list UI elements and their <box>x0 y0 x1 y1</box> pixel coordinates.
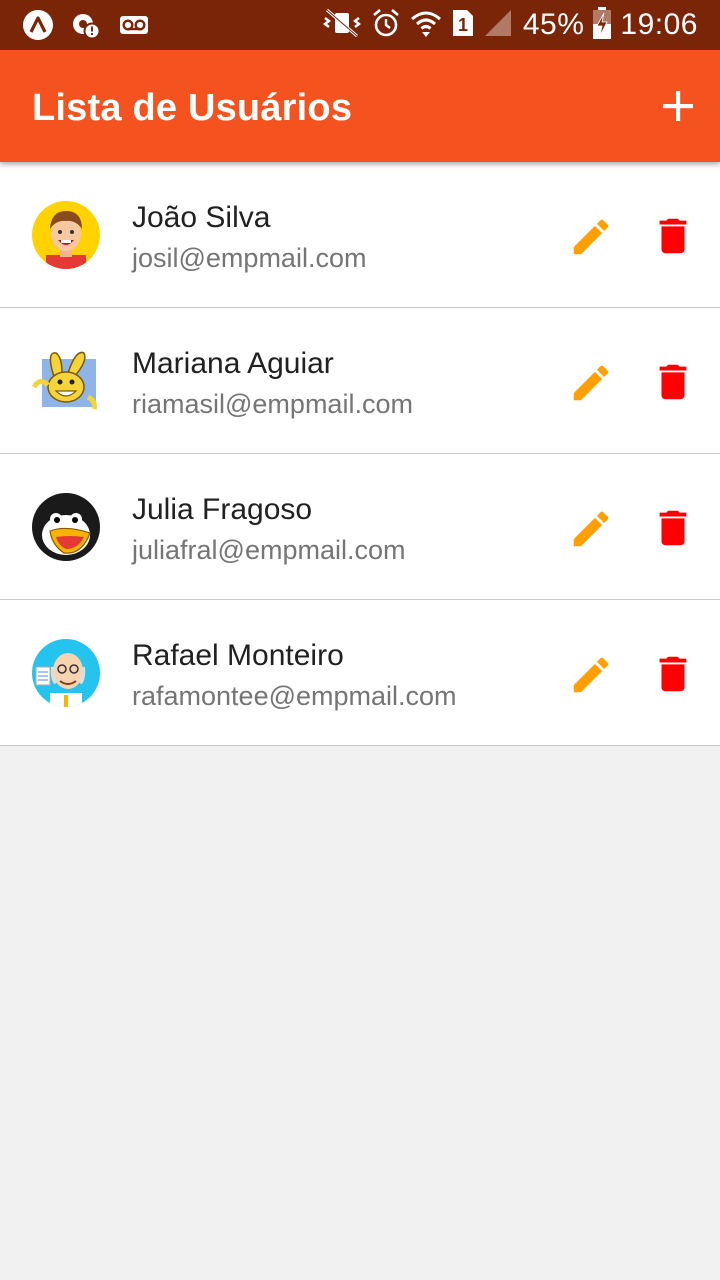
delete-user-button[interactable] <box>650 213 696 259</box>
status-bar-left <box>22 9 166 46</box>
user-list: João Silva josil@empmail.com Mariana Agu… <box>0 162 720 746</box>
penguin-cartoon-avatar <box>32 493 100 561</box>
old-man-cartoon-avatar <box>32 639 100 707</box>
sim-slot-number: 1 <box>458 15 468 35</box>
pencil-icon <box>573 511 609 547</box>
plus-icon <box>663 91 693 121</box>
user-email: riamasil@empmail.com <box>132 389 413 419</box>
rabbit-cartoon-avatar <box>32 347 100 415</box>
list-item[interactable]: Mariana Aguiar riamasil@empmail.com <box>0 308 720 454</box>
trash-icon <box>659 364 687 400</box>
pencil-icon <box>573 365 609 401</box>
list-item[interactable]: Julia Fragoso juliafral@empmail.com <box>0 454 720 600</box>
edit-user-button[interactable] <box>568 360 614 406</box>
status-bar: 1 45% 19:06 <box>0 0 720 50</box>
list-item[interactable]: Rafael Monteiro rafamontee@empmail.com <box>0 600 720 746</box>
mute-vibrate-icon <box>321 7 363 44</box>
user-name: Mariana Aguiar <box>132 347 334 380</box>
edit-user-button[interactable] <box>568 506 614 552</box>
edit-user-button[interactable] <box>568 652 614 698</box>
page-title: Lista de Usuários <box>32 87 353 129</box>
battery-charging-icon <box>592 6 612 45</box>
delete-user-button[interactable] <box>650 651 696 697</box>
delete-user-button[interactable] <box>650 505 696 551</box>
list-item[interactable]: João Silva josil@empmail.com <box>0 162 720 308</box>
user-name: Julia Fragoso <box>132 493 313 526</box>
pencil-icon <box>573 657 609 693</box>
trash-icon <box>659 656 687 692</box>
edit-user-button[interactable] <box>568 214 614 260</box>
user-email: josil@empmail.com <box>132 243 367 273</box>
voicemail-icon <box>118 9 150 46</box>
delete-user-button[interactable] <box>650 359 696 405</box>
trash-icon <box>659 218 687 254</box>
wifi-icon <box>409 7 443 44</box>
alarm-icon <box>371 7 401 44</box>
boy-cartoon-avatar <box>32 201 100 269</box>
clock: 19:06 <box>620 8 698 41</box>
status-bar-right: 1 45% 19:06 <box>313 0 698 50</box>
pencil-icon <box>573 219 609 255</box>
alert-notification-icon <box>70 9 102 46</box>
signal-icon <box>483 7 513 44</box>
add-user-button[interactable] <box>658 86 698 126</box>
app-notification-icon <box>22 9 54 46</box>
user-name: João Silva <box>132 201 271 234</box>
battery-percent: 45% <box>522 8 585 41</box>
user-email: juliafral@empmail.com <box>132 535 406 565</box>
app-bar: Lista de Usuários <box>0 50 720 162</box>
trash-icon <box>659 510 687 546</box>
user-email: rafamontee@empmail.com <box>132 681 457 711</box>
user-name: Rafael Monteiro <box>132 639 344 672</box>
sim-icon: 1 <box>451 7 475 44</box>
